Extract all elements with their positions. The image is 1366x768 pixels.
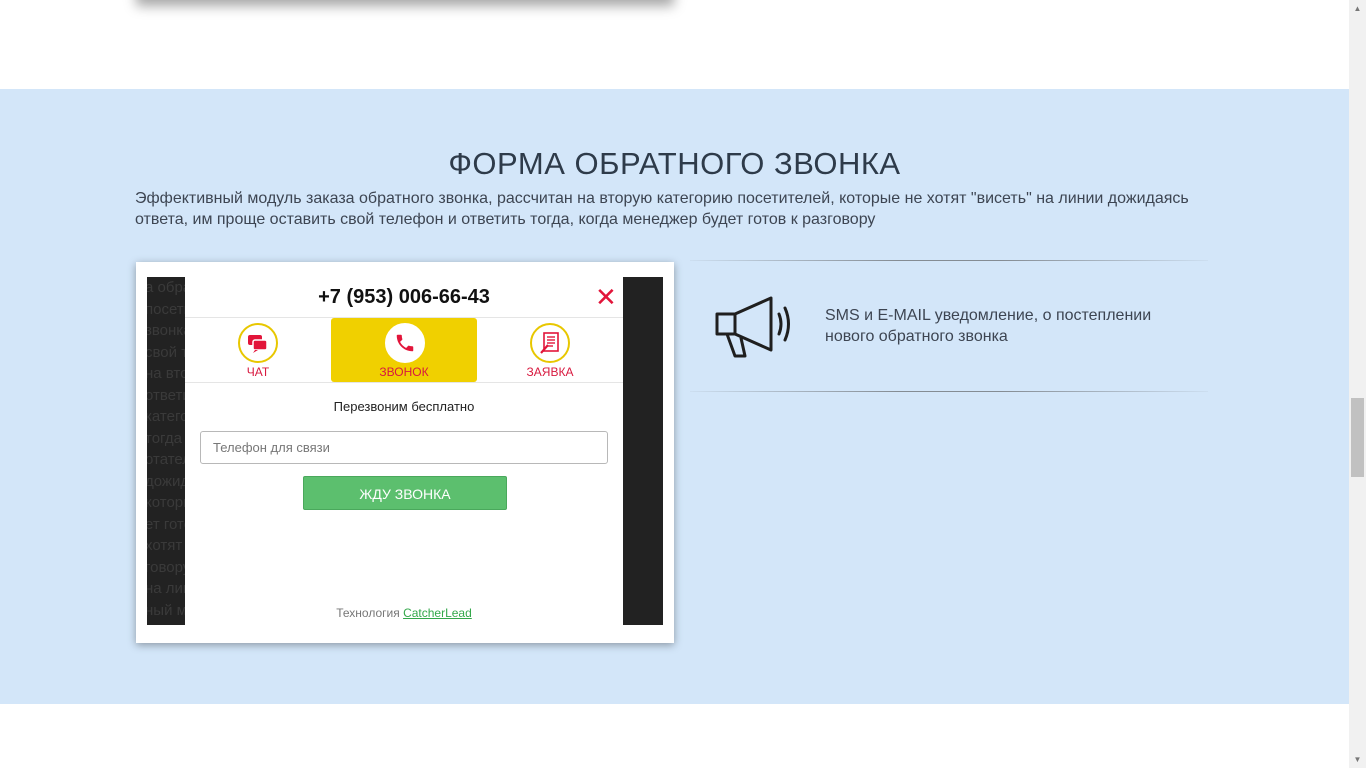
megaphone-icon — [713, 292, 799, 360]
section-description: Эффективный модуль заказа обратного звон… — [135, 190, 1189, 228]
widget-tabs: ЧАТ ЗВОНОК ЗАЯВКА — [185, 317, 623, 383]
callback-free-text: Перезвоним бесплатно — [333, 399, 475, 414]
chat-icon — [238, 323, 278, 363]
tab-chat[interactable]: ЧАТ — [185, 318, 331, 382]
close-icon[interactable]: ✕ — [595, 284, 617, 310]
widget-phone-number: +7 (953) 006-66-43 — [318, 286, 490, 308]
tab-call[interactable]: ЗВОНОК — [331, 318, 477, 382]
feature-divider-bottom — [690, 391, 1208, 392]
tab-chat-label: ЧАТ — [246, 365, 270, 379]
request-call-button[interactable]: ЖДУ ЗВОНКА — [303, 476, 507, 510]
scroll-thumb[interactable] — [1351, 398, 1364, 477]
feature-divider-top — [690, 260, 1208, 261]
request-form-icon — [530, 323, 570, 363]
sms-email-notification-text: SMS и E-MAIL уведомление, о постеплении … — [825, 307, 1152, 345]
catcherlead-link[interactable]: CatcherLead — [403, 606, 472, 620]
page-scrollbar[interactable]: ▲ ▼ — [1349, 0, 1366, 768]
tab-request[interactable]: ЗАЯВКА — [477, 318, 623, 382]
scroll-down-arrow-icon[interactable]: ▼ — [1349, 751, 1366, 768]
phone-icon — [385, 323, 425, 363]
phone-input[interactable] — [200, 431, 608, 464]
callback-widget: +7 (953) 006-66-43 ✕ ЧАТ ЗВОНОК ЗАЯВКА П… — [185, 277, 623, 625]
tab-request-label: ЗАЯВКА — [526, 365, 574, 379]
section-title: ФОРМА ОБРАТНОГО ЗВОНКА — [448, 145, 901, 181]
technology-credit: Технология CatcherLead — [185, 606, 623, 620]
widget-demo-frame: а обратного звонка рассчитан на вторую п… — [136, 262, 674, 643]
technology-label: Технология — [336, 606, 400, 620]
tab-call-label: ЗВОНОК — [379, 365, 429, 379]
scroll-up-arrow-icon[interactable]: ▲ — [1349, 0, 1366, 17]
